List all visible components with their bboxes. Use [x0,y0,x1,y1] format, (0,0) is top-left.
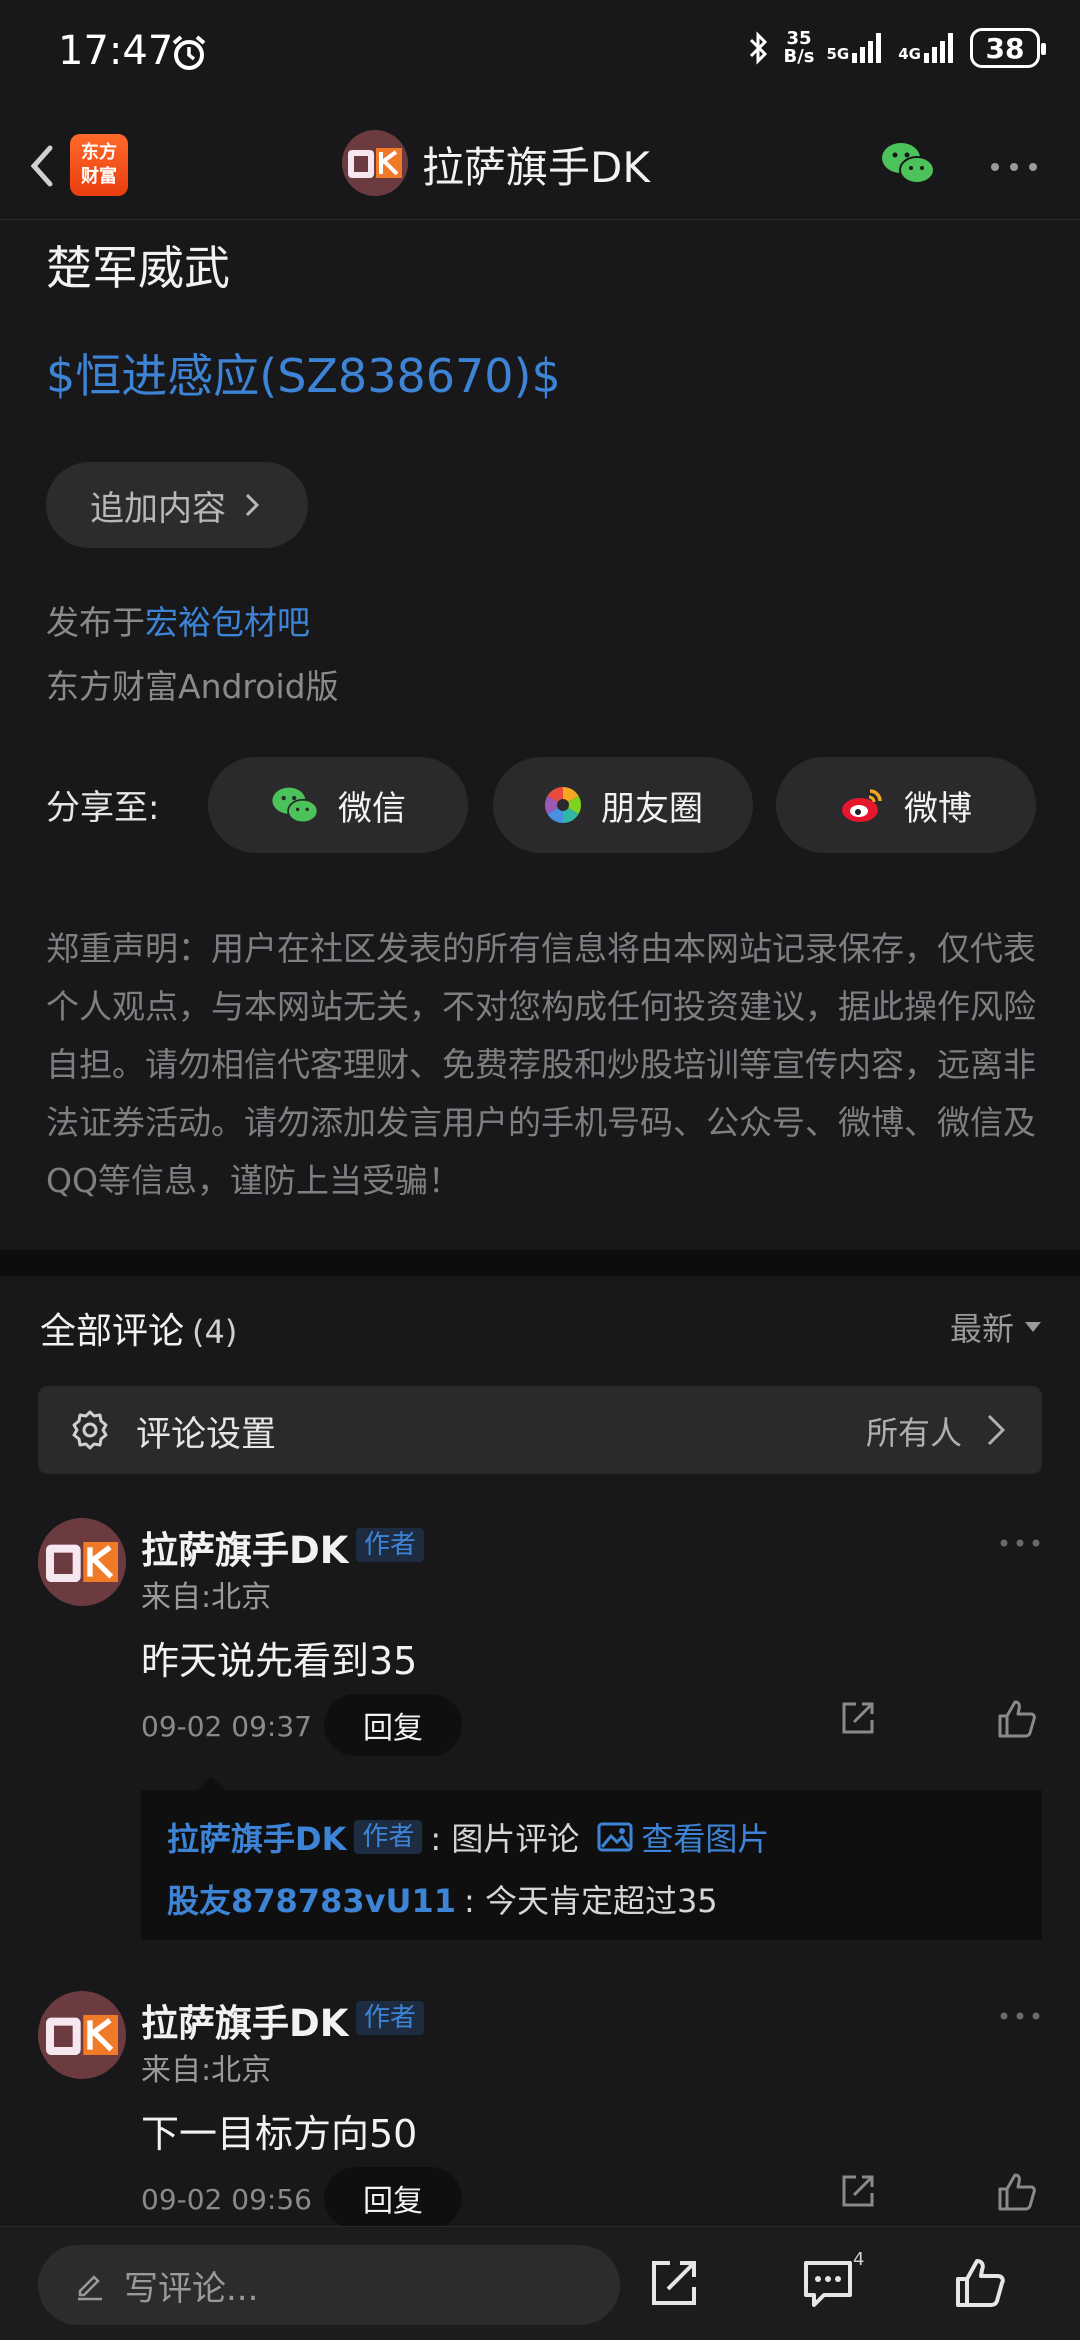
avatar[interactable] [342,130,408,196]
sub-reply-text: : 今天肯定超过35 [463,1882,718,1920]
back-icon[interactable] [20,138,70,194]
page-title: 拉萨旗手DK [422,143,650,192]
share-label: 分享至: [46,788,160,828]
published-in: 发布于宏裕包材吧 [46,603,310,642]
status-time: 17:47 [58,28,174,74]
comment-icon[interactable] [800,2255,856,2311]
wechat-icon[interactable] [880,140,936,186]
comments-title: 全部评论 (4) [40,1311,238,1352]
battery-icon: 38 [970,28,1046,68]
image-icon [597,1822,633,1852]
author-badge: 作者 [356,2001,425,2035]
bar-link[interactable]: 宏裕包材吧 [145,603,310,642]
chevron-right-icon [987,1414,1006,1446]
network-type-4g: 4G [898,45,921,63]
network-speed: 35 B/s [783,28,815,67]
top-nav-bar: 东方 财富 拉萨旗手DK [0,110,1080,220]
signal-icon [852,33,882,63]
comment-settings-label: 评论设置 [136,1415,277,1455]
thumbs-up-icon[interactable] [996,2171,1038,2213]
share-weibo-button[interactable]: 微博 [776,757,1036,853]
more-icon[interactable] [1000,1538,1040,1548]
comment-time: 09-02 09:37 [141,1710,312,1743]
pencil-icon [78,2275,102,2301]
sub-reply-author[interactable]: 拉萨旗手DK [167,1814,346,1860]
thumbs-up-icon[interactable] [996,1698,1038,1740]
reply-button[interactable]: 回复 [324,1694,462,1756]
sub-reply-author[interactable]: 股友878783vU11 [167,1876,456,1922]
comment-settings-row[interactable]: 评论设置 所有人 [38,1386,1042,1474]
avatar[interactable] [38,1518,126,1606]
status-bar: 17:47 35 B/s 5G 4G 38 [0,0,1080,110]
moments-icon [544,787,582,823]
view-image-link[interactable]: 查看图片 [597,1814,769,1860]
comment-location: 来自:北京 [141,2053,272,2088]
thumbs-up-icon[interactable] [952,2255,1008,2311]
comment-count-badge: 4 [853,2249,865,2270]
share-icon[interactable] [838,2171,878,2211]
comment-settings-value: 所有人 [865,1414,962,1452]
comment-time: 09-02 09:56 [141,2183,312,2216]
more-icon[interactable] [990,162,1038,172]
stock-link[interactable]: $恒进感应(SZ838670)$ [46,340,561,406]
signal-icon [924,33,953,63]
share-wechat-button[interactable]: 微信 [208,757,468,853]
sub-reply-row[interactable]: 拉萨旗手DK 作者 : 图片评论 查看图片 [167,1814,769,1860]
section-divider [0,1250,1080,1276]
reply-button[interactable]: 回复 [324,2167,462,2229]
sub-reply-text: : 图片评论 [430,1820,580,1858]
bluetooth-icon [750,31,768,65]
status-icons: 35 B/s 5G 4G 38 [747,28,1046,68]
sort-dropdown[interactable]: 最新 [950,1304,1042,1350]
share-icon[interactable] [838,1698,878,1738]
comment-location: 来自:北京 [141,1580,272,1615]
network-type-5g: 5G [826,45,850,63]
chevron-right-icon [245,493,260,517]
sub-replies-box: 拉萨旗手DK 作者 : 图片评论 查看图片 股友878783vU11 : 今天肯… [141,1776,1042,1940]
share-moments-button[interactable]: 朋友圈 [493,757,753,853]
alarm-icon [172,35,206,70]
comment-text: 昨天说先看到35 [141,1639,418,1683]
author-badge: 作者 [356,1528,425,1562]
app-logo[interactable]: 东方 财富 [70,134,128,196]
more-icon[interactable] [1000,2011,1040,2021]
share-icon[interactable] [646,2255,702,2311]
bottom-action-bar: 写评论... 4 [0,2226,1080,2340]
write-comment-input[interactable]: 写评论... [38,2245,620,2325]
caret-down-icon [1025,1322,1041,1332]
client-source: 东方财富Android版 [46,667,339,706]
post-text: 楚军威武 [46,241,230,295]
disclaimer-text: 郑重声明：用户在社区发表的所有信息将由本网站记录保存，仅代表个人观点，与本网站无… [46,929,1036,1200]
sub-reply-row[interactable]: 股友878783vU11 : 今天肯定超过35 [167,1876,718,1922]
comment-author[interactable]: 拉萨旗手DK [141,1993,348,2047]
wechat-icon [272,787,319,824]
avatar[interactable] [38,1991,126,2079]
weibo-icon [842,789,882,822]
comments-count: (4) [192,1313,238,1351]
comment-text: 下一目标方向50 [141,2112,418,2156]
comment-author[interactable]: 拉萨旗手DK [141,1520,348,1574]
author-badge: 作者 [354,1820,423,1854]
append-content-button[interactable]: 追加内容 [46,462,308,548]
gear-icon [72,1410,108,1450]
